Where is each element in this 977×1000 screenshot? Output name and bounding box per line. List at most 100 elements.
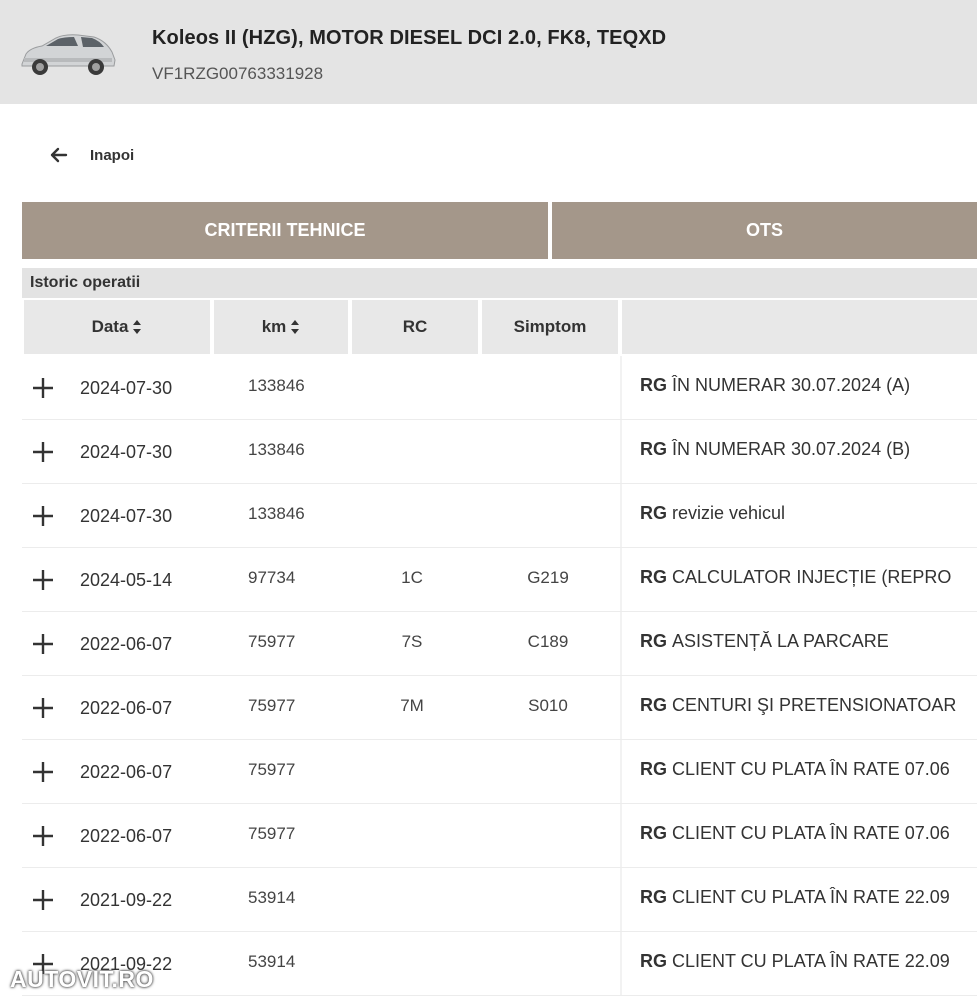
column-divider [620,740,622,803]
back-label: Inapoi [90,146,135,164]
rg-tag: RG [640,887,667,907]
cell-date: 2022-06-07 [80,698,173,718]
back-button[interactable]: Inapoi [46,142,134,168]
section-title: Istoric operatii [30,274,141,291]
cell-description: RG ÎN NUMERAR 30.07.2024 (B) [640,439,977,460]
rg-tag: RG [640,439,667,459]
car-icon [21,34,116,75]
expand-plus-icon[interactable] [32,441,54,463]
cell-km: 75977 [248,696,296,715]
description-text: CALCULATOR INJECȚIE (REPRO [672,567,952,587]
table-row[interactable]: 2022-06-07 75977 7M S010 RG CENTURI ŞI PRETEN… [22,676,977,740]
cell-description: RG CLIENT CU PLATA ÎN RATE 07.06 [640,759,977,780]
cell-symptom: C189 [527,632,569,651]
arrow-left-icon [50,147,68,163]
watermark: AUTOVIT.RO [10,966,154,992]
expand-plus-icon[interactable] [32,505,54,527]
column-divider [620,484,622,547]
table-header: Data km RC Simptom [22,300,977,354]
column-header-date[interactable]: Data [24,300,210,354]
column-header-symptom: Simptom [482,300,618,354]
sort-icon [133,320,142,334]
cell-rc: 7M [400,696,424,715]
description-text: CLIENT CU PLATA ÎN RATE 07.06 [672,823,950,843]
cell-date: 2022-06-07 [80,762,173,782]
column-divider [620,932,622,995]
column-label-symptom: Simptom [513,317,587,336]
tab-criterii-tehnice[interactable]: CRITERII TEHNICE [22,202,548,259]
rg-tag: RG [640,695,667,715]
cell-km: 53914 [248,888,296,907]
table-row[interactable]: 2022-06-07 75977 7S C189 RG ASISTENȚĂ LA PARC… [22,612,977,676]
table-row[interactable]: 2024-07-30 133846 RG ÎN NUMERAR 30.07.2024 … [22,356,977,420]
cell-km: 133846 [248,440,305,459]
vehicle-title: Koleos II (HZG), MOTOR DIESEL DCI 2.0, F… [152,27,667,49]
expand-plus-icon[interactable] [32,697,54,719]
column-header-km[interactable]: km [214,300,348,354]
column-header-rc: RC [352,300,478,354]
description-text: CLIENT CU PLATA ÎN RATE 07.06 [672,759,950,779]
cell-description: RG CLIENT CU PLATA ÎN RATE 22.09 [640,887,977,908]
table-row[interactable]: 2024-07-30 133846 RG ÎN NUMERAR 30.07.2024 … [22,420,977,484]
expand-plus-icon[interactable] [32,889,54,911]
cell-rc: 1C [401,568,423,587]
description-text: CENTURI ŞI PRETENSIONATOAR [672,695,957,715]
column-divider [620,612,622,675]
cell-date: 2024-05-14 [80,570,173,590]
cell-km: 133846 [248,376,305,395]
rg-tag: RG [640,375,667,395]
cell-km: 75977 [248,632,296,651]
description-text: ÎN NUMERAR 30.07.2024 (A) [672,375,911,395]
description-text: ASISTENȚĂ LA PARCARE [672,631,889,651]
sort-icon [291,320,300,334]
cell-date: 2024-07-30 [80,442,173,462]
table-row[interactable]: 2021-09-22 53914 RG CLIENT CU PLATA ÎN RATE… [22,932,977,996]
cell-km: 97734 [248,568,296,587]
cell-description: RG CENTURI ŞI PRETENSIONATOAR [640,695,977,716]
rg-tag: RG [640,759,667,779]
table-row[interactable]: 2021-09-22 53914 RG CLIENT CU PLATA ÎN RATE… [22,868,977,932]
column-header-description [622,300,977,354]
table-row[interactable]: 2024-07-30 133846 RG revizie vehicul [22,484,977,548]
expand-plus-icon[interactable] [32,761,54,783]
column-divider [620,548,622,611]
cell-description: RG ÎN NUMERAR 30.07.2024 (A) [640,375,977,396]
cell-km: 53914 [248,952,296,971]
description-text: ÎN NUMERAR 30.07.2024 (B) [672,439,911,459]
rg-tag: RG [640,951,667,971]
cell-km: 75977 [248,824,296,843]
cell-symptom: S010 [528,696,568,715]
table-row[interactable]: 2024-05-14 97734 1C G219 RG CALCULATOR INJECȚ… [22,548,977,612]
expand-plus-icon[interactable] [32,633,54,655]
vin-number: VF1RZG00763331928 [152,64,324,83]
cell-description: RG CLIENT CU PLATA ÎN RATE 07.06 [640,823,977,844]
section-header: Istoric operatii [22,268,977,298]
table-row[interactable]: 2022-06-07 75977 RG CLIENT CU PLATA ÎN RATE… [22,740,977,804]
cell-description: RG ASISTENȚĂ LA PARCARE [640,631,977,652]
tab-ots[interactable]: OTS [552,202,977,259]
cell-km: 75977 [248,760,296,779]
expand-plus-icon[interactable] [32,569,54,591]
cell-description: RG CLIENT CU PLATA ÎN RATE 22.09 [640,951,977,972]
column-label-date: Data [91,317,129,336]
cell-date: 2021-09-22 [80,890,173,910]
column-divider [620,676,622,739]
table-row[interactable]: 2022-06-07 75977 RG CLIENT CU PLATA ÎN RATE… [22,804,977,868]
expand-plus-icon[interactable] [32,825,54,847]
column-divider [620,356,622,419]
cell-date: 2024-07-30 [80,378,173,398]
cell-rc: 7S [401,632,423,651]
column-divider [620,804,622,867]
rg-tag: RG [640,567,667,587]
rg-tag: RG [640,631,667,651]
column-label-km: km [261,317,287,336]
cell-date: 2022-06-07 [80,826,173,846]
rg-tag: RG [640,823,667,843]
description-text: revizie vehicul [672,503,786,523]
rg-tag: RG [640,503,667,523]
column-label-rc: RC [402,317,428,336]
cell-date: 2024-07-30 [80,506,173,526]
history-table-body: 2024-07-30 133846 RG ÎN NUMERAR 30.07.2024 … [22,356,977,996]
expand-plus-icon[interactable] [32,377,54,399]
cell-symptom: G219 [527,568,569,587]
